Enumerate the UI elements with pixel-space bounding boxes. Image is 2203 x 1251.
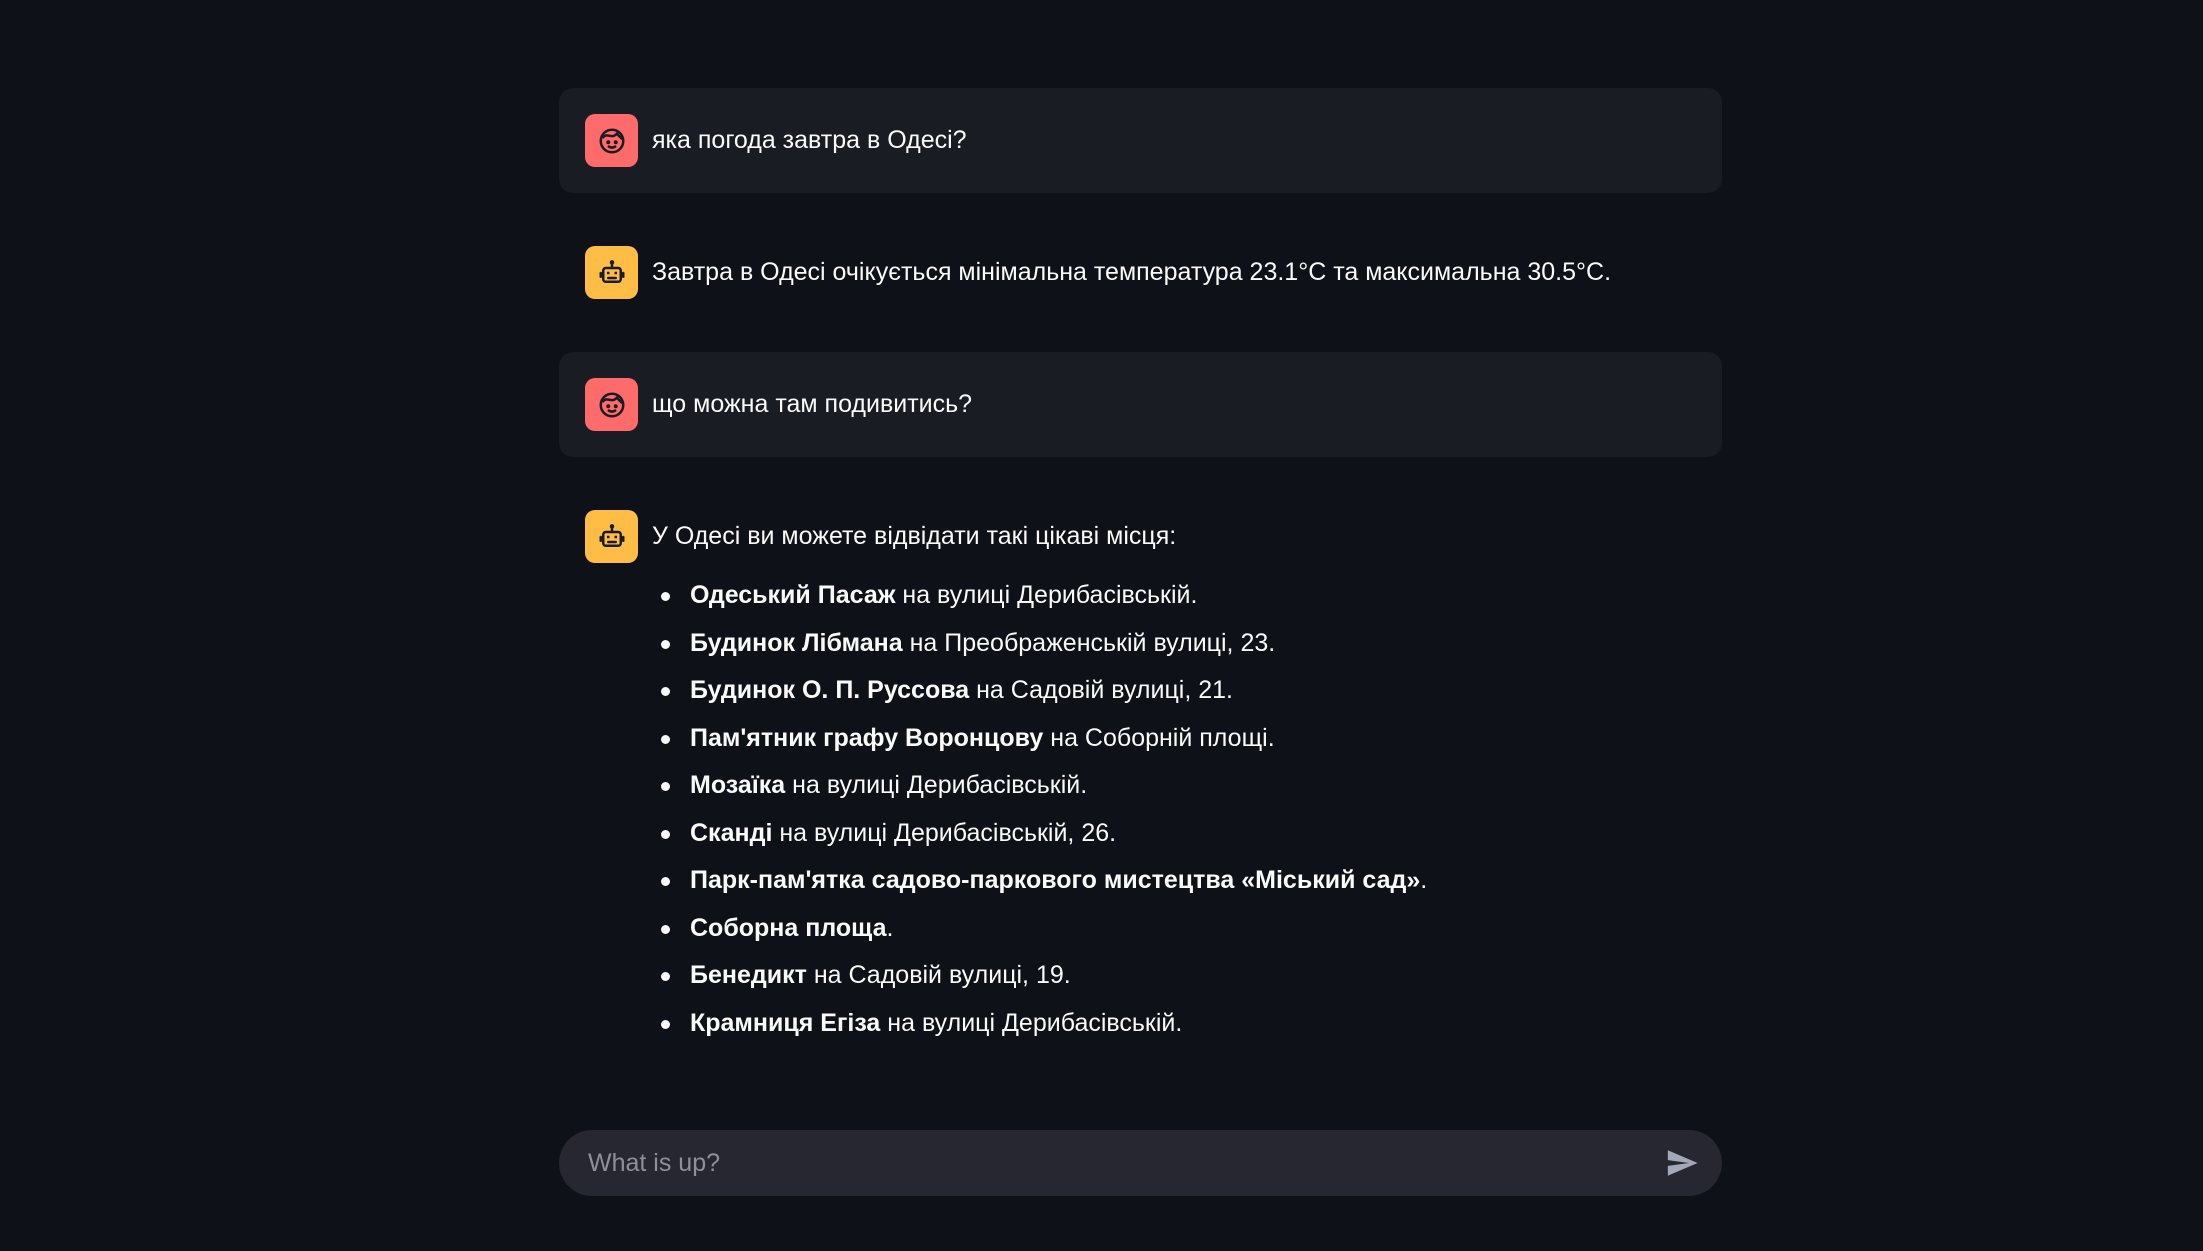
place-detail: на вулиці Дерибасівській, 26. xyxy=(772,818,1117,847)
send-button[interactable] xyxy=(1662,1143,1702,1183)
place-name: Мозаїка xyxy=(690,771,786,799)
robot-icon xyxy=(585,246,638,299)
place-detail: на вулиці Дерибасівській. xyxy=(895,581,1198,609)
list-item: Соборна площа. xyxy=(661,910,1696,947)
list-item: Крамниця Егіза на вулиці Дерибасівській. xyxy=(661,1005,1696,1042)
place-detail: на Садовій вулиці, 21. xyxy=(969,676,1234,704)
place-detail: на Соборній площі. xyxy=(1043,723,1275,752)
place-name: Крамниця Егіза xyxy=(690,1008,881,1037)
places-list: Одеський Пасаж на вулиці Дерибасівській.… xyxy=(652,577,1696,1042)
place-name: Соборна площа xyxy=(690,913,887,942)
place-name: Будинок О. П. Руссова xyxy=(690,676,970,704)
list-item: Бенедикт на Садовій вулиці, 19. xyxy=(661,957,1696,994)
chat-input-bar xyxy=(559,1130,1722,1196)
chat-message-assistant: У Одесі ви можете відвідати такі цікаві … xyxy=(559,484,1722,1078)
place-detail: на Преображенській вулиці, 23. xyxy=(902,628,1276,657)
message-text: Завтра в Одесі очікується мінімальна тем… xyxy=(652,258,1612,286)
list-item: Сканді на вулиці Дерибасівській, 26. xyxy=(661,815,1696,852)
chat-input[interactable] xyxy=(586,1147,1662,1179)
chat-message-assistant: Завтра в Одесі очікується мінімальна тем… xyxy=(559,220,1722,325)
send-arrow-icon xyxy=(1667,1150,1698,1176)
list-item: Будинок Лібмана на Преображенській вулиц… xyxy=(661,625,1696,662)
place-detail: . xyxy=(1420,866,1428,894)
place-name: Парк-пам'ятка садово-паркового мистецтва… xyxy=(690,866,1421,894)
message-content: У Одесі ви можете відвідати такі цікаві … xyxy=(652,510,1696,1052)
user-face-icon xyxy=(585,378,638,431)
robot-icon xyxy=(585,510,638,563)
user-face-icon xyxy=(585,114,638,167)
message-intro: У Одесі ви можете відвідати такі цікаві … xyxy=(652,522,1177,550)
place-name: Одеський Пасаж xyxy=(690,581,896,609)
chat-message-user: що можна там подивитись? xyxy=(559,352,1722,457)
message-text: яка погода завтра в Одесі? xyxy=(652,126,967,154)
place-detail: . xyxy=(886,913,894,942)
list-item: Одеський Пасаж на вулиці Дерибасівській. xyxy=(661,577,1696,614)
chat-message-list: яка погода завтра в Одесі? Завтра в Одес… xyxy=(559,88,1722,1105)
list-item: Парк-пам'ятка садово-паркового мистецтва… xyxy=(661,862,1696,899)
place-name: Сканді xyxy=(690,818,773,847)
list-item: Мозаїка на вулиці Дерибасівській. xyxy=(661,767,1696,804)
place-name: Пам'ятник графу Воронцову xyxy=(690,723,1044,752)
list-item: Будинок О. П. Руссова на Садовій вулиці,… xyxy=(661,672,1696,709)
place-detail: на вулиці Дерибасівській. xyxy=(785,771,1088,799)
chat-message-user: яка погода завтра в Одесі? xyxy=(559,88,1722,193)
place-detail: на вулиці Дерибасівській. xyxy=(880,1008,1183,1037)
list-item: Пам'ятник графу Воронцову на Соборній пл… xyxy=(661,720,1696,757)
message-text: що можна там подивитись? xyxy=(652,390,973,418)
place-name: Будинок Лібмана xyxy=(690,628,903,657)
place-detail: на Садовій вулиці, 19. xyxy=(806,961,1071,989)
place-name: Бенедикт xyxy=(690,961,807,989)
